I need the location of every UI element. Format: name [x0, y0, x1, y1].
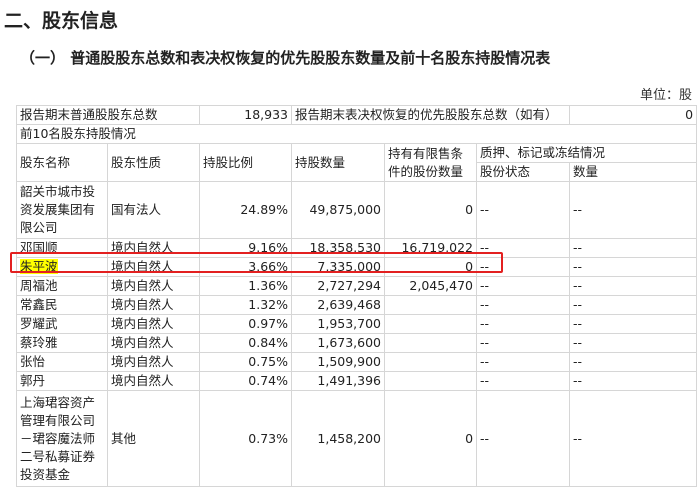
- holder-status: --: [476, 390, 571, 487]
- holder-name: 常鑫民: [16, 295, 108, 315]
- table-row: 韶关市城市投资发展集团有限公司 国有法人 24.89% 49,875,000 0…: [16, 181, 698, 239]
- holder-qty: 2,727,294: [291, 276, 386, 296]
- holder-ratio: 1.36%: [199, 276, 293, 296]
- holder-qty: 1,953,700: [291, 314, 386, 334]
- section-title: 二、股东信息: [4, 10, 119, 32]
- holder-name: 周福池: [16, 276, 108, 296]
- holder-restricted: [384, 314, 478, 334]
- table-row: 周福池 境内自然人 1.36% 2,727,294 2,045,470 -- -…: [16, 276, 698, 296]
- total-holders-label: 报告期末普通股股东总数: [15, 105, 201, 125]
- table-row: 上海珺容资产管理有限公司－珺容魔法师二号私募证券投资基金 其他 0.73% 1,…: [16, 390, 698, 487]
- pref-holders-value: 0: [569, 105, 698, 125]
- header-share-status: 股份状态: [476, 162, 571, 182]
- header-ratio: 持股比例: [199, 143, 293, 182]
- caption-row: 前10名股东持股情况: [15, 124, 698, 144]
- holder-qty: 1,458,200: [291, 390, 386, 487]
- subsection-title: （一） 普通股股东总数和表决权恢复的优先股股东数量及前十名股东持股情况表: [20, 49, 551, 67]
- holder-nature: 境内自然人: [106, 352, 201, 372]
- holder-pledge-qty: --: [569, 371, 698, 391]
- holder-name: 罗耀武: [16, 314, 108, 334]
- holder-pledge-qty: --: [569, 352, 698, 372]
- header-nature: 股东性质: [106, 143, 201, 182]
- table-row: 郭丹 境内自然人 0.74% 1,491,396 -- --: [16, 371, 698, 391]
- holder-status: --: [476, 276, 571, 296]
- holder-status: --: [476, 181, 571, 239]
- summary-row: 报告期末普通股股东总数 18,933 报告期末表决权恢复的优先股股东总数（如有）…: [15, 105, 698, 125]
- header-restricted: 持有有限售条件的股份数量: [384, 143, 478, 182]
- shareholder-table: 报告期末普通股股东总数 18,933 报告期末表决权恢复的优先股股东总数（如有）…: [15, 105, 698, 487]
- holder-status: --: [476, 352, 571, 372]
- pref-holders-label: 报告期末表决权恢复的优先股股东总数（如有）: [291, 105, 571, 125]
- holder-pledge-qty: --: [569, 333, 698, 353]
- holder-ratio: 0.73%: [199, 390, 293, 487]
- unit-label: 单位：股: [640, 88, 693, 103]
- holder-status: --: [476, 314, 571, 334]
- holder-pledge-qty: --: [569, 390, 698, 487]
- holder-pledge-qty: --: [569, 276, 698, 296]
- highlight-box: [10, 252, 503, 273]
- holder-status: --: [476, 295, 571, 315]
- holder-nature: 境内自然人: [106, 333, 201, 353]
- header-pledge-qty: 数量: [569, 162, 698, 182]
- holder-restricted: [384, 352, 478, 372]
- holder-restricted: 0: [384, 390, 478, 487]
- holder-ratio: 0.74%: [199, 371, 293, 391]
- holder-pledge-qty: --: [569, 181, 698, 239]
- holder-pledge-qty: --: [569, 257, 698, 277]
- total-holders-value: 18,933: [199, 105, 293, 125]
- holder-qty: 1,509,900: [291, 352, 386, 372]
- holder-ratio: 24.89%: [199, 181, 293, 239]
- holder-nature: 境内自然人: [106, 295, 201, 315]
- header-qty: 持股数量: [291, 143, 386, 182]
- holder-pledge-qty: --: [569, 314, 698, 334]
- table-row: 蔡玲雅 境内自然人 0.84% 1,673,600 -- --: [16, 333, 698, 353]
- holder-nature: 国有法人: [106, 181, 201, 239]
- holder-restricted: [384, 333, 478, 353]
- holder-name: 张怡: [16, 352, 108, 372]
- holder-ratio: 1.32%: [199, 295, 293, 315]
- header-row: 股东名称 股东性质 持股比例 持股数量 持有有限售条件的股份数量 质押、标记或冻…: [16, 143, 698, 182]
- holder-name: 韶关市城市投资发展集团有限公司: [16, 181, 108, 239]
- holder-qty: 49,875,000: [291, 181, 386, 239]
- holder-status: --: [476, 333, 571, 353]
- holder-ratio: 0.75%: [199, 352, 293, 372]
- table-row: 常鑫民 境内自然人 1.32% 2,639,468 -- --: [16, 295, 698, 315]
- holder-pledge-qty: --: [569, 295, 698, 315]
- holder-ratio: 0.84%: [199, 333, 293, 353]
- header-pledge-group: 质押、标记或冻结情况: [476, 143, 698, 163]
- header-name: 股东名称: [16, 143, 108, 182]
- holder-qty: 1,673,600: [291, 333, 386, 353]
- top10-caption: 前10名股东持股情况: [15, 124, 698, 144]
- holder-restricted: [384, 295, 478, 315]
- holder-restricted: [384, 371, 478, 391]
- holder-ratio: 0.97%: [199, 314, 293, 334]
- holder-name: 蔡玲雅: [16, 333, 108, 353]
- holder-nature: 境内自然人: [106, 371, 201, 391]
- holder-nature: 境内自然人: [106, 276, 201, 296]
- table-row: 张怡 境内自然人 0.75% 1,509,900 -- --: [16, 352, 698, 372]
- holder-qty: 1,491,396: [291, 371, 386, 391]
- holder-qty: 2,639,468: [291, 295, 386, 315]
- holder-status: --: [476, 371, 571, 391]
- holder-name: 郭丹: [16, 371, 108, 391]
- holder-pledge-qty: --: [569, 238, 698, 258]
- holder-restricted: 0: [384, 181, 478, 239]
- holder-name: 上海珺容资产管理有限公司－珺容魔法师二号私募证券投资基金: [16, 390, 108, 487]
- table-row: 罗耀武 境内自然人 0.97% 1,953,700 -- --: [16, 314, 698, 334]
- holder-restricted: 2,045,470: [384, 276, 478, 296]
- holder-nature: 境内自然人: [106, 314, 201, 334]
- holder-nature: 其他: [106, 390, 201, 487]
